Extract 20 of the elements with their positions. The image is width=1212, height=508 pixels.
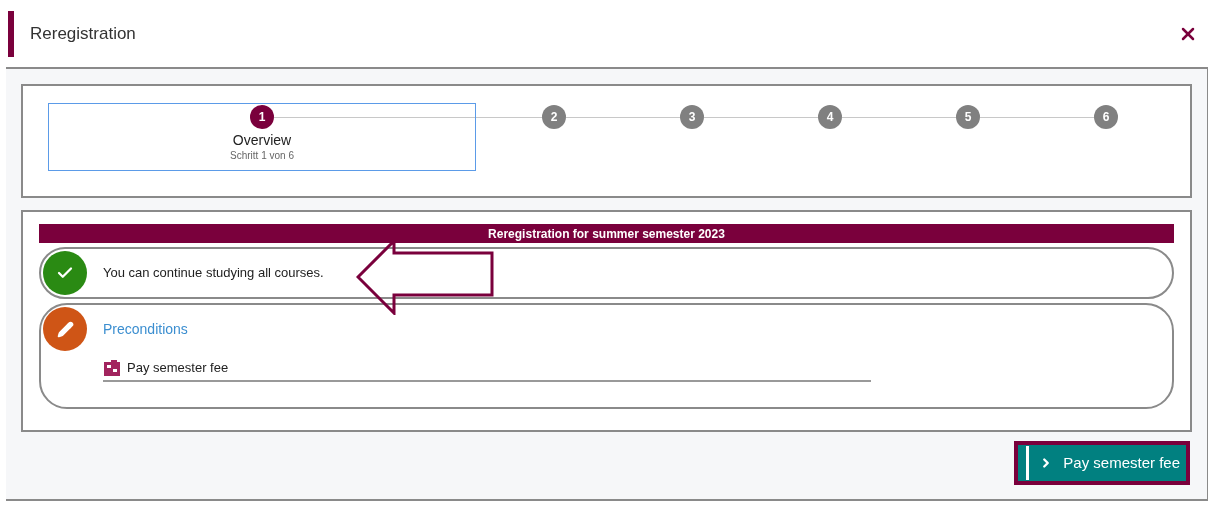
title-accent-bar	[8, 10, 14, 57]
preconditions-link[interactable]: Preconditions	[103, 319, 871, 340]
task-label: Pay semester fee	[127, 359, 229, 377]
current-step[interactable]: 1 Overview Schritt 1 von 6	[48, 103, 476, 171]
check-icon	[43, 251, 87, 295]
section-header: Reregistration for summer semester 2023	[39, 224, 1174, 243]
pencil-icon	[43, 307, 87, 351]
button-accent-stripe	[1026, 446, 1030, 480]
task-icon	[103, 358, 121, 377]
step-subtitle: Schritt 1 von 6	[230, 149, 294, 162]
step-number[interactable]: 5	[956, 105, 980, 129]
step-number[interactable]: 1	[250, 105, 274, 129]
status-message: You can continue studying all courses.	[103, 264, 324, 283]
step-number[interactable]: 4	[818, 105, 842, 129]
step-number[interactable]: 6	[1094, 105, 1118, 129]
step-number[interactable]: 3	[680, 105, 704, 129]
dialog-title: Reregistration	[30, 22, 136, 45]
pay-semester-fee-button[interactable]: Pay semester fee	[1014, 441, 1190, 485]
step-number[interactable]: 2	[542, 105, 566, 129]
step-label: Overview	[232, 132, 292, 150]
